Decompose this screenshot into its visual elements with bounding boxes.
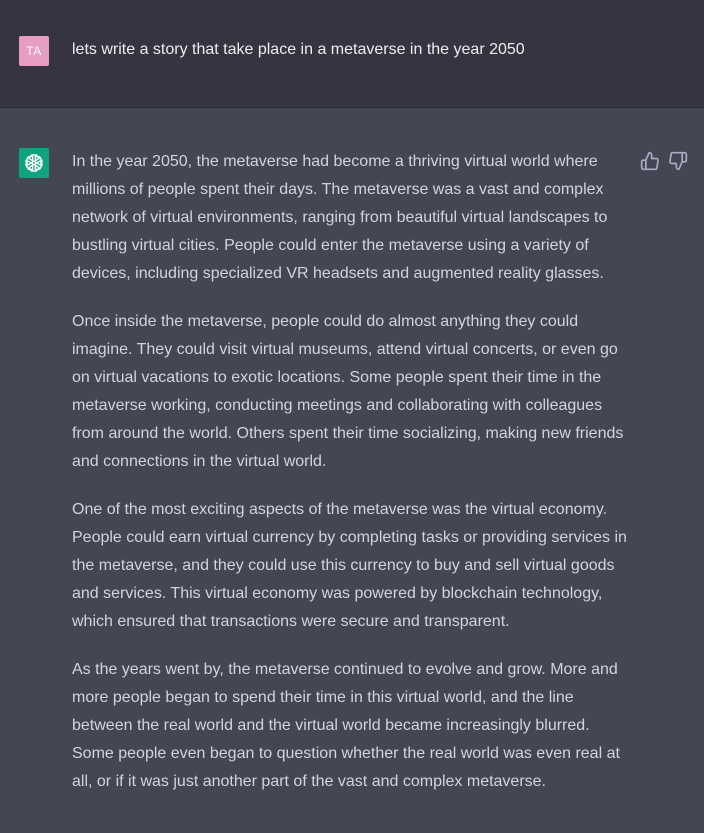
answer-paragraph: Once inside the metaverse, people could … xyxy=(72,313,624,470)
thumbs-up-icon xyxy=(640,151,659,171)
answer-paragraph: As the years went by, the metaverse cont… xyxy=(72,661,620,790)
assistant-avatar xyxy=(19,148,49,178)
thumbs-up-button[interactable] xyxy=(640,151,660,171)
user-message-row: TA lets write a story that take place in… xyxy=(0,0,704,108)
thumbs-down-icon xyxy=(669,151,688,171)
assistant-message-text: In the year 2050, the metaverse had beco… xyxy=(72,148,634,816)
user-avatar: TA xyxy=(19,36,49,66)
answer-paragraph: In the year 2050, the metaverse had beco… xyxy=(72,153,608,282)
user-message-text: lets write a story that take place in a … xyxy=(72,41,525,58)
openai-logo-icon xyxy=(25,154,43,172)
answer-paragraph: One of the most exciting aspects of the … xyxy=(72,501,627,630)
thumbs-down-button[interactable] xyxy=(668,151,688,171)
assistant-message-row: In the year 2050, the metaverse had beco… xyxy=(0,108,704,833)
